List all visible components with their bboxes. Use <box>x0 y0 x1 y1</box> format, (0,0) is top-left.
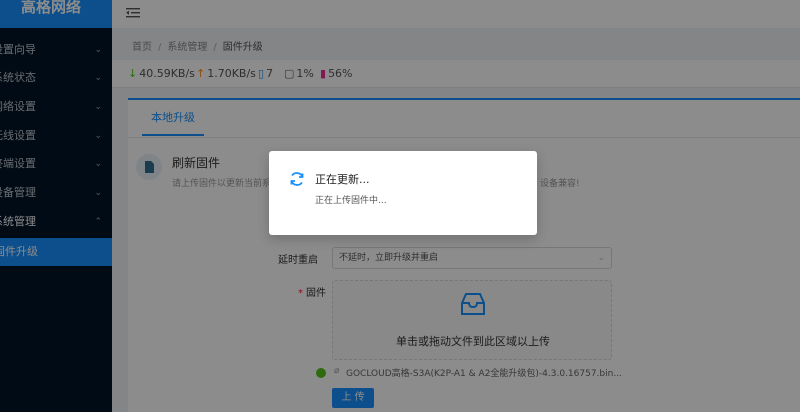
loading-icon <box>290 172 304 186</box>
update-modal: 正在更新... 正在上传固件中... <box>269 151 537 235</box>
modal-title: 正在更新... <box>315 173 370 186</box>
modal-message: 正在上传固件中... <box>315 196 387 206</box>
